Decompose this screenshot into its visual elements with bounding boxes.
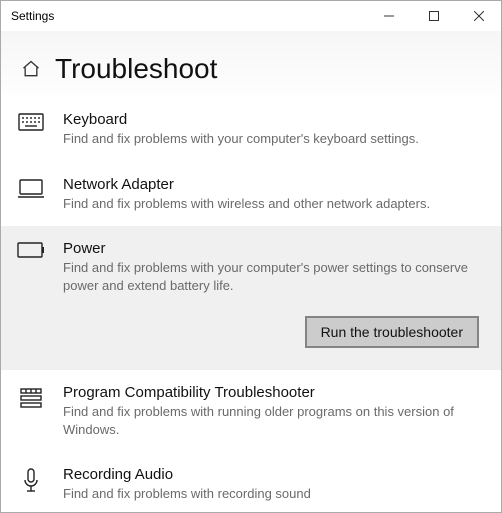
item-name: Power	[63, 240, 481, 257]
item-text: Power Find and fix problems with your co…	[63, 240, 481, 348]
item-desc: Find and fix problems with your computer…	[63, 130, 481, 148]
item-name: Keyboard	[63, 111, 481, 128]
settings-window: Settings Troubleshoot	[0, 0, 502, 513]
troubleshooter-recording-audio[interactable]: Recording Audio Find and fix problems wi…	[1, 452, 501, 512]
maximize-button[interactable]	[411, 1, 456, 31]
item-text: Keyboard Find and fix problems with your…	[63, 111, 481, 148]
run-row: Run the troubleshooter	[63, 316, 481, 348]
item-desc: Find and fix problems with running older…	[63, 403, 481, 438]
item-text: Network Adapter Find and fix problems wi…	[63, 176, 481, 213]
item-desc: Find and fix problems with your computer…	[63, 259, 481, 294]
item-text: Recording Audio Find and fix problems wi…	[63, 466, 481, 503]
item-name: Network Adapter	[63, 176, 481, 193]
network-adapter-icon	[17, 176, 45, 213]
window-controls	[366, 1, 501, 31]
troubleshooter-program-compatibility[interactable]: Program Compatibility Troubleshooter Fin…	[1, 370, 501, 452]
close-button[interactable]	[456, 1, 501, 31]
item-text: Program Compatibility Troubleshooter Fin…	[63, 384, 481, 438]
keyboard-icon	[17, 111, 45, 148]
home-icon[interactable]	[21, 59, 41, 79]
microphone-icon	[17, 466, 45, 503]
troubleshooter-power[interactable]: Power Find and fix problems with your co…	[1, 226, 501, 370]
item-desc: Find and fix problems with wireless and …	[63, 195, 481, 213]
troubleshooter-keyboard[interactable]: Keyboard Find and fix problems with your…	[1, 97, 501, 162]
page-title: Troubleshoot	[55, 53, 217, 85]
program-compatibility-icon	[17, 384, 45, 438]
item-name: Recording Audio	[63, 466, 481, 483]
window-title: Settings	[1, 9, 366, 23]
item-name: Program Compatibility Troubleshooter	[63, 384, 481, 401]
titlebar: Settings	[1, 1, 501, 31]
item-desc: Find and fix problems with recording sou…	[63, 485, 481, 503]
troubleshooter-list: Keyboard Find and fix problems with your…	[1, 97, 501, 512]
minimize-button[interactable]	[366, 1, 411, 31]
power-icon	[17, 240, 45, 348]
run-troubleshooter-button[interactable]: Run the troubleshooter	[305, 316, 479, 348]
troubleshooter-network-adapter[interactable]: Network Adapter Find and fix problems wi…	[1, 162, 501, 227]
page-header: Troubleshoot	[1, 31, 501, 97]
